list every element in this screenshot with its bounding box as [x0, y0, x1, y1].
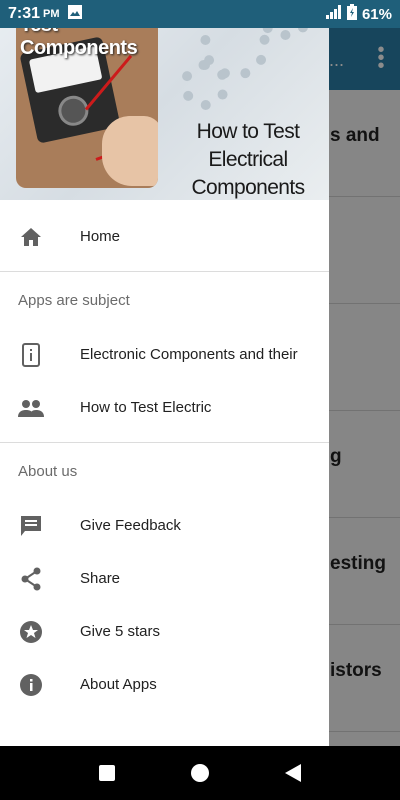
- status-ampm: PM: [43, 8, 60, 20]
- menu-item-give-feedback[interactable]: Give Feedback: [0, 499, 329, 552]
- battery-percent: 61%: [361, 5, 392, 23]
- circle-icon: [190, 764, 209, 782]
- menu-item-label: How to Test Electric: [80, 399, 212, 416]
- square-icon: [98, 765, 115, 781]
- star-icon: [18, 619, 44, 645]
- feedback-icon: [18, 513, 44, 539]
- menu-item-electronic-components[interactable]: Electronic Components and their: [0, 328, 329, 381]
- status-bar: 7:31 PM 61%: [0, 0, 400, 28]
- menu-item-label: About Apps: [80, 676, 157, 693]
- menu-item-how-to-test[interactable]: How to Test Electric: [0, 381, 329, 434]
- menu-item-label: Give Feedback: [80, 517, 181, 534]
- menu-item-label: Give 5 stars: [80, 623, 161, 640]
- navigation-drawer: Test Components How to Test Electrical C…: [0, 0, 329, 746]
- drawer-header: Test Components How to Test Electrical C…: [0, 0, 329, 200]
- battery-icon: [346, 4, 357, 24]
- home-button[interactable]: [180, 753, 220, 793]
- people-icon: [18, 395, 44, 421]
- menu-item-label: Home: [80, 228, 121, 245]
- status-time: 7:31: [8, 5, 41, 22]
- back-triangle-icon: [285, 764, 302, 782]
- menu-item-give-5-stars[interactable]: Give 5 stars: [0, 605, 329, 658]
- image-notification-icon: [67, 4, 82, 24]
- menu-item-label: Electronic Components and their: [80, 346, 298, 363]
- header-caption: How to Test Electrical Components: [191, 120, 305, 199]
- menu-item-about-apps[interactable]: About Apps: [0, 658, 329, 711]
- gear-decoration-icon: [180, 60, 230, 110]
- hand-image: [102, 116, 158, 186]
- menu-item-share[interactable]: Share: [0, 552, 329, 605]
- phone-icon: [18, 342, 44, 368]
- section-header-about: About us: [18, 462, 78, 480]
- home-icon: [18, 224, 44, 250]
- header-image: Test Components: [16, 8, 158, 188]
- system-navigation-bar: [0, 746, 400, 800]
- info-icon: [18, 672, 44, 698]
- share-icon: [18, 566, 44, 592]
- recent-apps-button[interactable]: [87, 753, 127, 793]
- drawer-menu: Home Apps are subject Electronic Compone…: [0, 200, 329, 711]
- signal-icon: [325, 5, 342, 23]
- back-button[interactable]: [273, 753, 313, 793]
- menu-item-home[interactable]: Home: [0, 210, 329, 263]
- menu-item-label: Share: [80, 570, 121, 587]
- section-header-apps: Apps are subject: [18, 291, 130, 309]
